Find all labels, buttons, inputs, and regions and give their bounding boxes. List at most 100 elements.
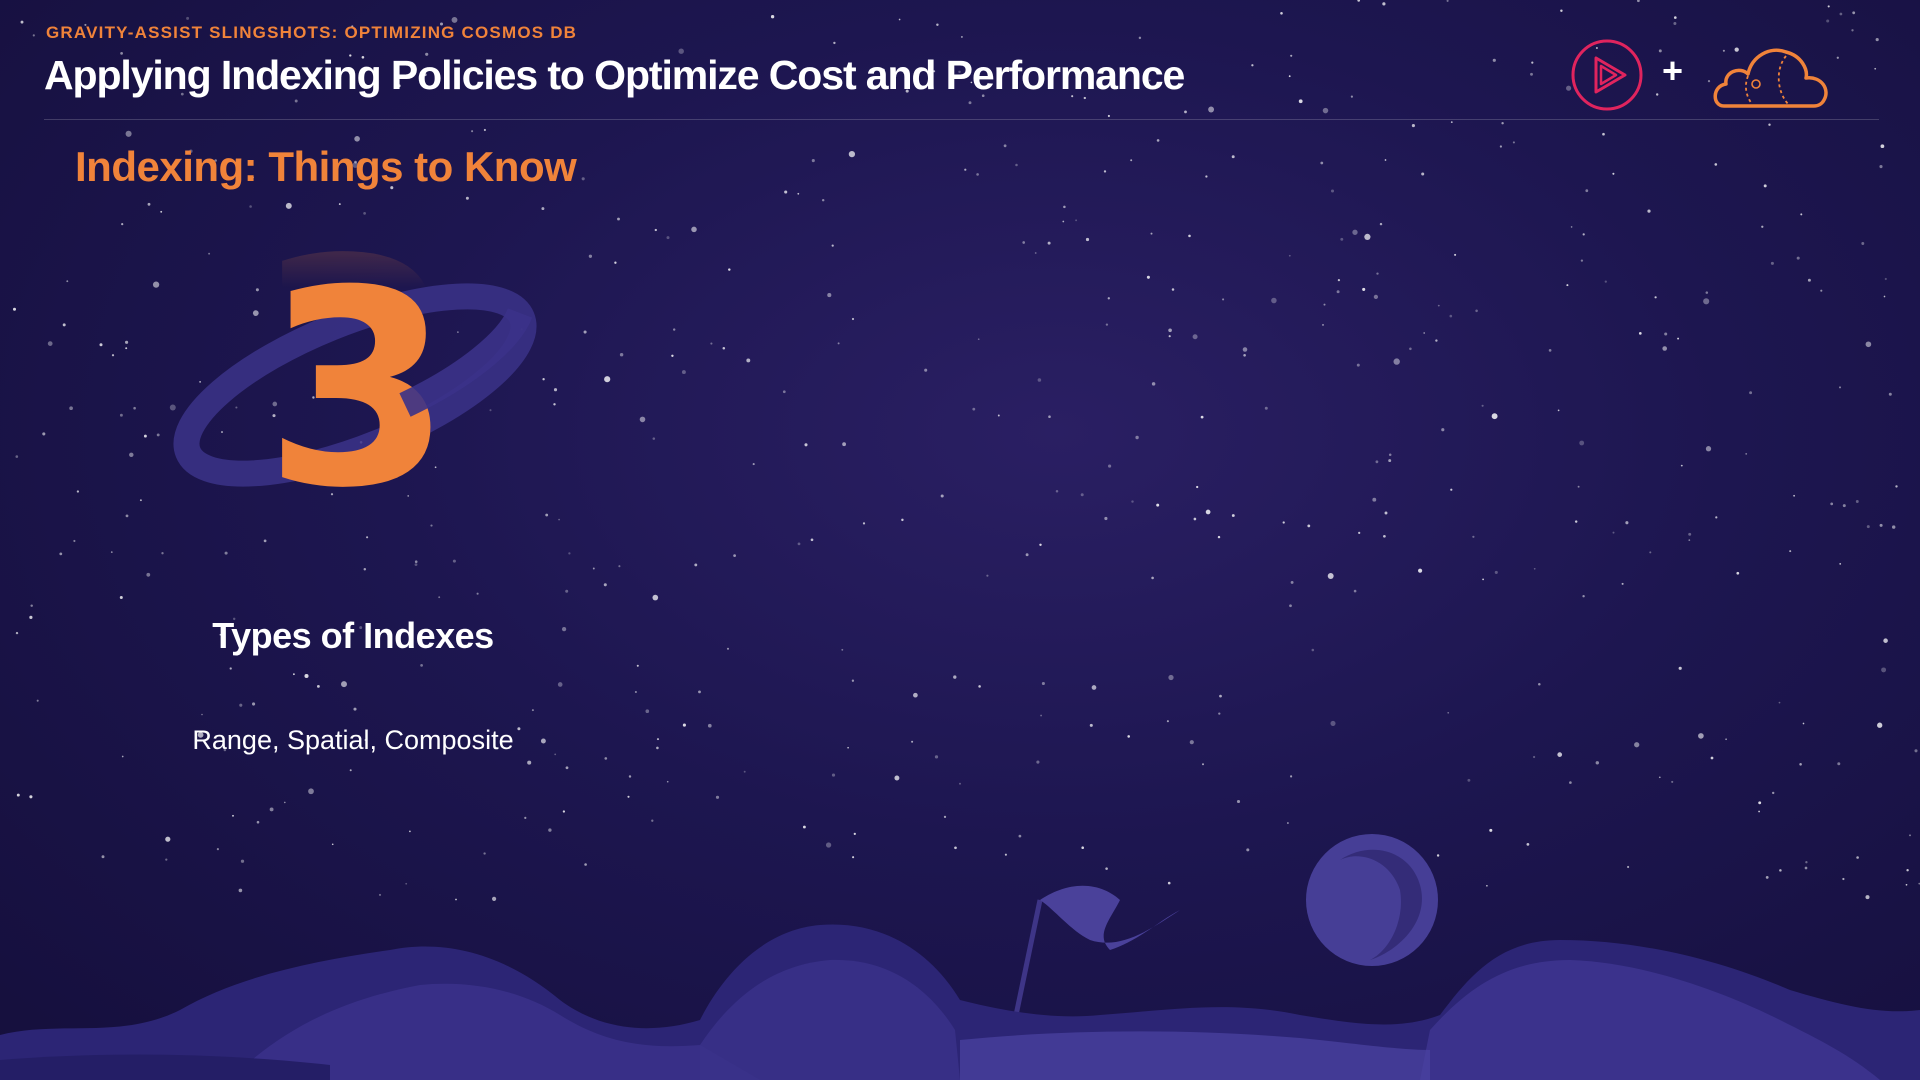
star bbox=[1658, 776, 1661, 779]
star bbox=[139, 499, 142, 502]
star bbox=[565, 766, 569, 770]
star bbox=[964, 168, 967, 171]
star bbox=[1491, 413, 1498, 420]
star bbox=[847, 746, 849, 749]
star bbox=[1837, 762, 1841, 766]
star bbox=[66, 280, 69, 283]
star bbox=[797, 542, 801, 546]
star bbox=[438, 596, 441, 599]
star bbox=[978, 685, 981, 688]
star bbox=[1698, 733, 1704, 739]
star bbox=[16, 793, 20, 797]
star bbox=[1264, 406, 1268, 410]
star bbox=[1336, 290, 1340, 294]
star bbox=[451, 16, 458, 23]
star bbox=[1637, 0, 1640, 3]
star bbox=[977, 338, 980, 341]
star bbox=[940, 494, 944, 498]
star bbox=[147, 202, 151, 206]
star bbox=[1705, 446, 1712, 452]
star bbox=[1131, 500, 1134, 503]
star bbox=[1196, 485, 1199, 489]
star bbox=[1585, 189, 1589, 193]
star bbox=[59, 552, 63, 556]
star bbox=[986, 574, 989, 577]
star bbox=[1282, 521, 1285, 524]
star bbox=[1435, 339, 1438, 342]
star bbox=[1353, 589, 1357, 593]
star bbox=[125, 340, 129, 344]
star bbox=[1855, 500, 1859, 503]
star bbox=[588, 254, 593, 258]
star bbox=[743, 770, 746, 773]
moon-landscape-illustration bbox=[0, 834, 1920, 1080]
star bbox=[614, 261, 617, 264]
star bbox=[1579, 440, 1585, 446]
star bbox=[119, 596, 123, 599]
star bbox=[1168, 335, 1171, 338]
star bbox=[483, 128, 486, 132]
star bbox=[1156, 139, 1160, 142]
star bbox=[1582, 233, 1585, 236]
star bbox=[1409, 347, 1412, 351]
star bbox=[531, 709, 534, 712]
star bbox=[645, 709, 650, 713]
star bbox=[1352, 229, 1358, 235]
star bbox=[565, 589, 569, 593]
star bbox=[617, 217, 620, 221]
star bbox=[901, 518, 904, 522]
star bbox=[1382, 2, 1386, 6]
star bbox=[1089, 723, 1093, 727]
star bbox=[1530, 72, 1533, 76]
star bbox=[666, 780, 669, 783]
star bbox=[1595, 761, 1600, 765]
star bbox=[76, 490, 80, 493]
star bbox=[627, 795, 630, 798]
star bbox=[1621, 582, 1624, 585]
star bbox=[1171, 288, 1175, 291]
star bbox=[1025, 553, 1029, 557]
star bbox=[1340, 237, 1344, 241]
star bbox=[1879, 523, 1883, 527]
star bbox=[1647, 209, 1651, 213]
star bbox=[1538, 682, 1541, 686]
star bbox=[1512, 141, 1515, 144]
star bbox=[73, 539, 76, 543]
star bbox=[1168, 328, 1172, 333]
star bbox=[1839, 563, 1842, 565]
star bbox=[619, 352, 624, 357]
star bbox=[1138, 36, 1142, 40]
star bbox=[1063, 205, 1066, 209]
star bbox=[1384, 159, 1387, 161]
star bbox=[1557, 409, 1560, 412]
star bbox=[1146, 275, 1150, 279]
star bbox=[1322, 324, 1324, 326]
star bbox=[1447, 711, 1450, 714]
star bbox=[1736, 571, 1740, 575]
star bbox=[911, 740, 914, 743]
star bbox=[146, 572, 151, 577]
star bbox=[1826, 19, 1830, 23]
star bbox=[1330, 189, 1335, 193]
star bbox=[666, 236, 670, 240]
star bbox=[710, 342, 713, 345]
star bbox=[691, 226, 697, 233]
star bbox=[1557, 752, 1563, 757]
star bbox=[1454, 253, 1457, 256]
star bbox=[1242, 347, 1248, 352]
star bbox=[1612, 172, 1615, 175]
star bbox=[1127, 735, 1130, 738]
star bbox=[831, 244, 834, 247]
star bbox=[715, 795, 720, 799]
star bbox=[848, 150, 856, 158]
star bbox=[1205, 509, 1211, 515]
star bbox=[1533, 567, 1536, 570]
star bbox=[125, 347, 128, 350]
star bbox=[304, 673, 309, 679]
star bbox=[1874, 67, 1877, 70]
star bbox=[1108, 464, 1112, 468]
star bbox=[934, 755, 939, 759]
star bbox=[152, 281, 160, 288]
star bbox=[1531, 61, 1534, 64]
star bbox=[111, 354, 115, 357]
